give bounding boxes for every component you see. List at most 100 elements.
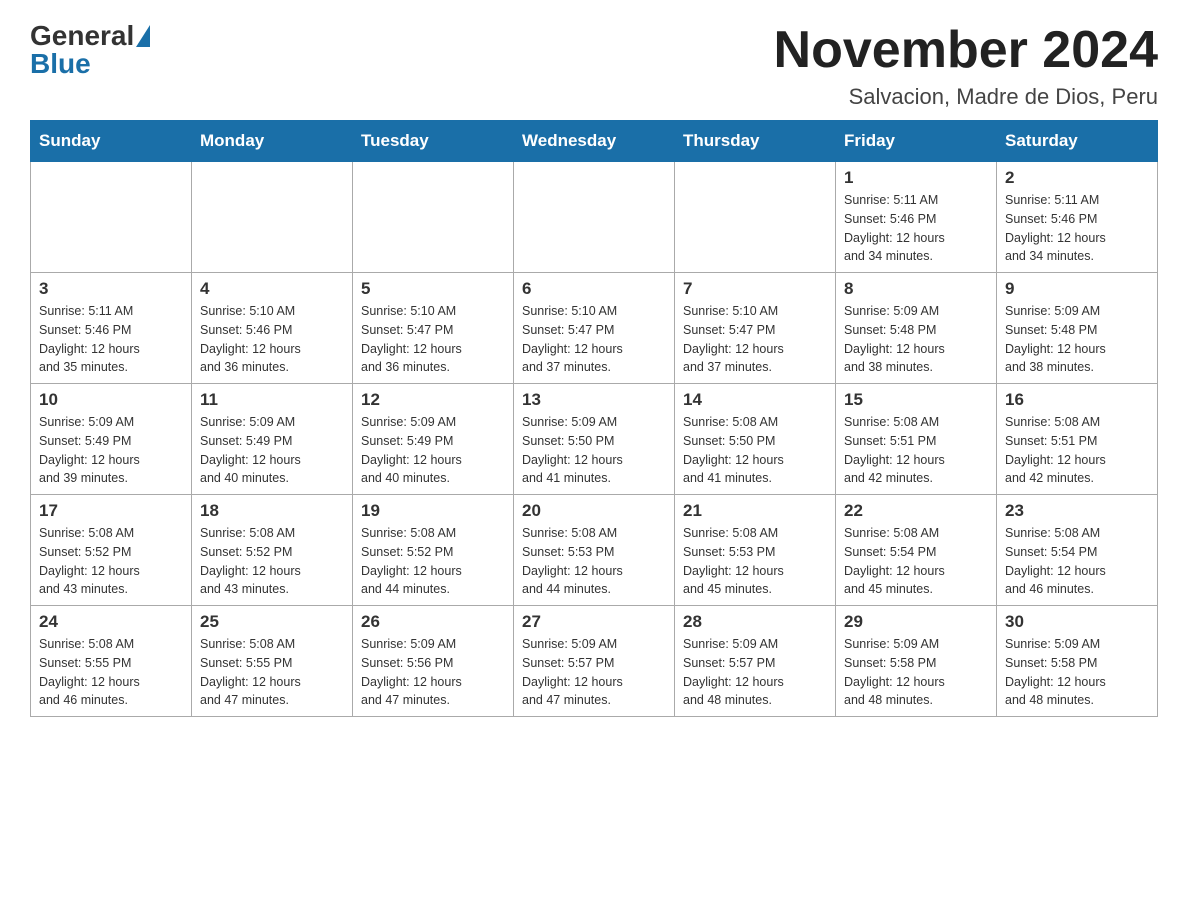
day-info: Sunrise: 5:10 AMSunset: 5:47 PMDaylight:… xyxy=(361,302,505,377)
calendar-cell: 5 Sunrise: 5:10 AMSunset: 5:47 PMDaylight… xyxy=(353,273,514,384)
calendar-cell: 22 Sunrise: 5:08 AMSunset: 5:54 PMDayligh… xyxy=(836,495,997,606)
day-info: Sunrise: 5:08 AMSunset: 5:52 PMDaylight:… xyxy=(200,524,344,599)
calendar-cell: 3 Sunrise: 5:11 AMSunset: 5:46 PMDaylight… xyxy=(31,273,192,384)
calendar-cell: 8 Sunrise: 5:09 AMSunset: 5:48 PMDaylight… xyxy=(836,273,997,384)
calendar-cell: 15 Sunrise: 5:08 AMSunset: 5:51 PMDayligh… xyxy=(836,384,997,495)
day-number: 7 xyxy=(683,279,827,299)
day-number: 8 xyxy=(844,279,988,299)
day-number: 11 xyxy=(200,390,344,410)
calendar-cell: 7 Sunrise: 5:10 AMSunset: 5:47 PMDaylight… xyxy=(675,273,836,384)
title-area: November 2024 Salvacion, Madre de Dios, … xyxy=(774,20,1158,110)
day-number: 30 xyxy=(1005,612,1149,632)
day-number: 25 xyxy=(200,612,344,632)
day-info: Sunrise: 5:09 AMSunset: 5:48 PMDaylight:… xyxy=(844,302,988,377)
logo-blue-text: Blue xyxy=(30,48,91,80)
calendar-week-row: 17 Sunrise: 5:08 AMSunset: 5:52 PMDayligh… xyxy=(31,495,1158,606)
day-info: Sunrise: 5:09 AMSunset: 5:49 PMDaylight:… xyxy=(39,413,183,488)
calendar-cell xyxy=(514,162,675,273)
day-info: Sunrise: 5:11 AMSunset: 5:46 PMDaylight:… xyxy=(39,302,183,377)
calendar-cell: 2 Sunrise: 5:11 AMSunset: 5:46 PMDaylight… xyxy=(997,162,1158,273)
calendar-cell: 28 Sunrise: 5:09 AMSunset: 5:57 PMDayligh… xyxy=(675,606,836,717)
logo: General Blue xyxy=(30,20,150,80)
month-title: November 2024 xyxy=(774,20,1158,80)
day-info: Sunrise: 5:08 AMSunset: 5:55 PMDaylight:… xyxy=(39,635,183,710)
calendar-table: Sunday Monday Tuesday Wednesday Thursday… xyxy=(30,120,1158,717)
calendar-cell: 1Sunrise: 5:11 AMSunset: 5:46 PMDaylight… xyxy=(836,162,997,273)
day-number: 21 xyxy=(683,501,827,521)
day-number: 19 xyxy=(361,501,505,521)
calendar-cell xyxy=(353,162,514,273)
day-info: Sunrise: 5:09 AMSunset: 5:48 PMDaylight:… xyxy=(1005,302,1149,377)
calendar-cell: 29 Sunrise: 5:09 AMSunset: 5:58 PMDayligh… xyxy=(836,606,997,717)
calendar-cell: 24 Sunrise: 5:08 AMSunset: 5:55 PMDayligh… xyxy=(31,606,192,717)
calendar-cell: 13Sunrise: 5:09 AMSunset: 5:50 PMDayligh… xyxy=(514,384,675,495)
col-friday: Friday xyxy=(836,121,997,162)
calendar-cell: 6Sunrise: 5:10 AMSunset: 5:47 PMDaylight… xyxy=(514,273,675,384)
calendar-week-row: 3 Sunrise: 5:11 AMSunset: 5:46 PMDaylight… xyxy=(31,273,1158,384)
day-info: Sunrise: 5:09 AMSunset: 5:49 PMDaylight:… xyxy=(361,413,505,488)
day-info: Sunrise: 5:09 AMSunset: 5:50 PMDaylight:… xyxy=(522,413,666,488)
calendar-cell: 19 Sunrise: 5:08 AMSunset: 5:52 PMDayligh… xyxy=(353,495,514,606)
day-number: 27 xyxy=(522,612,666,632)
day-info: Sunrise: 5:08 AMSunset: 5:53 PMDaylight:… xyxy=(683,524,827,599)
day-info: Sunrise: 5:08 AMSunset: 5:53 PMDaylight:… xyxy=(522,524,666,599)
day-info: Sunrise: 5:09 AMSunset: 5:49 PMDaylight:… xyxy=(200,413,344,488)
col-saturday: Saturday xyxy=(997,121,1158,162)
col-monday: Monday xyxy=(192,121,353,162)
calendar-header-row: Sunday Monday Tuesday Wednesday Thursday… xyxy=(31,121,1158,162)
calendar-cell: 30 Sunrise: 5:09 AMSunset: 5:58 PMDayligh… xyxy=(997,606,1158,717)
day-info: Sunrise: 5:08 AMSunset: 5:51 PMDaylight:… xyxy=(844,413,988,488)
logo-triangle-icon xyxy=(136,25,150,47)
calendar-cell: 17Sunrise: 5:08 AMSunset: 5:52 PMDayligh… xyxy=(31,495,192,606)
day-number: 5 xyxy=(361,279,505,299)
day-number: 26 xyxy=(361,612,505,632)
day-info: Sunrise: 5:09 AMSunset: 5:58 PMDaylight:… xyxy=(1005,635,1149,710)
calendar-cell: 25 Sunrise: 5:08 AMSunset: 5:55 PMDayligh… xyxy=(192,606,353,717)
page-header: General Blue November 2024 Salvacion, Ma… xyxy=(30,20,1158,110)
day-info: Sunrise: 5:10 AMSunset: 5:47 PMDaylight:… xyxy=(683,302,827,377)
day-number: 14 xyxy=(683,390,827,410)
day-number: 2 xyxy=(1005,168,1149,188)
calendar-week-row: 24 Sunrise: 5:08 AMSunset: 5:55 PMDayligh… xyxy=(31,606,1158,717)
day-info: Sunrise: 5:09 AMSunset: 5:57 PMDaylight:… xyxy=(522,635,666,710)
calendar-week-row: 10Sunrise: 5:09 AMSunset: 5:49 PMDayligh… xyxy=(31,384,1158,495)
day-number: 28 xyxy=(683,612,827,632)
calendar-cell: 18 Sunrise: 5:08 AMSunset: 5:52 PMDayligh… xyxy=(192,495,353,606)
day-number: 3 xyxy=(39,279,183,299)
calendar-cell xyxy=(675,162,836,273)
day-info: Sunrise: 5:09 AMSunset: 5:57 PMDaylight:… xyxy=(683,635,827,710)
day-number: 6 xyxy=(522,279,666,299)
calendar-week-row: 1Sunrise: 5:11 AMSunset: 5:46 PMDaylight… xyxy=(31,162,1158,273)
calendar-cell xyxy=(192,162,353,273)
calendar-cell: 11 Sunrise: 5:09 AMSunset: 5:49 PMDayligh… xyxy=(192,384,353,495)
day-number: 29 xyxy=(844,612,988,632)
day-info: Sunrise: 5:08 AMSunset: 5:51 PMDaylight:… xyxy=(1005,413,1149,488)
day-info: Sunrise: 5:08 AMSunset: 5:54 PMDaylight:… xyxy=(844,524,988,599)
day-info: Sunrise: 5:08 AMSunset: 5:52 PMDaylight:… xyxy=(361,524,505,599)
day-number: 24 xyxy=(39,612,183,632)
col-thursday: Thursday xyxy=(675,121,836,162)
day-number: 18 xyxy=(200,501,344,521)
col-tuesday: Tuesday xyxy=(353,121,514,162)
calendar-cell: 14 Sunrise: 5:08 AMSunset: 5:50 PMDayligh… xyxy=(675,384,836,495)
day-info: Sunrise: 5:08 AMSunset: 5:55 PMDaylight:… xyxy=(200,635,344,710)
day-number: 4 xyxy=(200,279,344,299)
calendar-cell xyxy=(31,162,192,273)
day-number: 9 xyxy=(1005,279,1149,299)
location-subtitle: Salvacion, Madre de Dios, Peru xyxy=(774,84,1158,110)
day-number: 12 xyxy=(361,390,505,410)
day-number: 15 xyxy=(844,390,988,410)
calendar-cell: 9 Sunrise: 5:09 AMSunset: 5:48 PMDaylight… xyxy=(997,273,1158,384)
day-info: Sunrise: 5:09 AMSunset: 5:58 PMDaylight:… xyxy=(844,635,988,710)
calendar-cell: 21 Sunrise: 5:08 AMSunset: 5:53 PMDayligh… xyxy=(675,495,836,606)
day-number: 17 xyxy=(39,501,183,521)
calendar-cell: 10Sunrise: 5:09 AMSunset: 5:49 PMDayligh… xyxy=(31,384,192,495)
calendar-cell: 26Sunrise: 5:09 AMSunset: 5:56 PMDayligh… xyxy=(353,606,514,717)
day-info: Sunrise: 5:08 AMSunset: 5:50 PMDaylight:… xyxy=(683,413,827,488)
calendar-cell: 27 Sunrise: 5:09 AMSunset: 5:57 PMDayligh… xyxy=(514,606,675,717)
day-number: 22 xyxy=(844,501,988,521)
calendar-cell: 12 Sunrise: 5:09 AMSunset: 5:49 PMDayligh… xyxy=(353,384,514,495)
calendar-cell: 20Sunrise: 5:08 AMSunset: 5:53 PMDayligh… xyxy=(514,495,675,606)
col-sunday: Sunday xyxy=(31,121,192,162)
day-info: Sunrise: 5:11 AMSunset: 5:46 PMDaylight:… xyxy=(1005,191,1149,266)
